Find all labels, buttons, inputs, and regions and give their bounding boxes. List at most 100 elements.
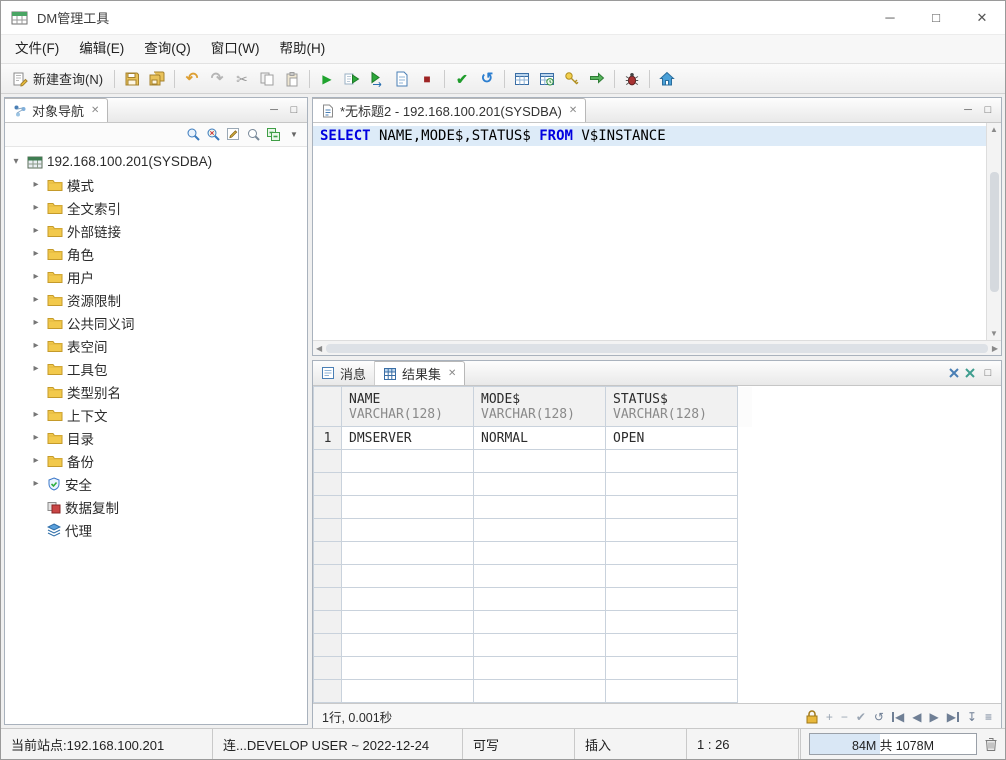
run-garbage-collector-button[interactable] [977, 729, 1005, 759]
filter-icon[interactable] [206, 127, 221, 142]
paste-button[interactable] [280, 67, 304, 91]
tab-object-navigator[interactable]: 对象导航 ✕ [5, 98, 109, 122]
commit-button[interactable]: ✔ [450, 67, 474, 91]
scrollbar-thumb[interactable] [326, 343, 988, 353]
tree-item-directories[interactable]: ▸ 目录 [5, 426, 307, 449]
stop-button[interactable]: ■ [415, 67, 439, 91]
first-page-icon[interactable]: ◀ [891, 710, 904, 724]
redo-button[interactable]: ↷ [205, 67, 229, 91]
heap-status-gauge[interactable]: 84M 共 1078M [809, 733, 977, 755]
maximize-view-icon[interactable]: □ [980, 104, 996, 116]
scrollbar-thumb[interactable] [989, 171, 999, 292]
copy-button[interactable] [255, 67, 279, 91]
expand-arrow-icon[interactable]: ▸ [29, 478, 43, 489]
expand-arrow-icon[interactable]: ▸ [29, 248, 43, 259]
edit-icon[interactable] [226, 127, 241, 142]
fetch-more-icon[interactable]: ↧ [967, 710, 977, 724]
close-button[interactable]: ✕ [959, 1, 1005, 34]
tree-root-node[interactable]: ▾ 192.168.100.201(SYSDBA) [5, 150, 307, 173]
save-all-button[interactable] [145, 67, 169, 91]
column-header-status[interactable]: STATUS$ VARCHAR(128) [605, 386, 738, 427]
refresh-results-icon[interactable]: ↺ [874, 710, 884, 724]
expand-arrow-icon[interactable]: ▸ [29, 363, 43, 374]
tree-item-replication[interactable]: 数据复制 [5, 495, 307, 518]
home-button[interactable] [655, 67, 679, 91]
menu-file[interactable]: 文件(F) [5, 35, 69, 63]
editor-vertical-scrollbar[interactable]: ▲ ▼ [986, 123, 1001, 340]
close-all-results-icon[interactable] [964, 367, 976, 379]
menu-window[interactable]: 窗口(W) [201, 35, 270, 63]
expand-arrow-icon[interactable]: ▸ [29, 294, 43, 305]
transfer-button[interactable] [585, 67, 609, 91]
expand-arrow-icon[interactable]: ▸ [29, 179, 43, 190]
execute-button[interactable]: ▶ [315, 67, 339, 91]
fetch-all-icon[interactable]: ≡ [985, 710, 992, 724]
minimize-view-icon[interactable]: ─ [960, 104, 976, 116]
maximize-view-icon[interactable]: □ [980, 367, 996, 379]
close-results-icon[interactable] [948, 367, 960, 379]
expand-arrow-icon[interactable]: ▸ [29, 455, 43, 466]
tree-item-resource-limits[interactable]: ▸ 资源限制 [5, 288, 307, 311]
column-header-name[interactable]: NAME VARCHAR(128) [341, 386, 474, 427]
tree-item-packages[interactable]: ▸ 工具包 [5, 357, 307, 380]
tree-item-public-synonyms[interactable]: ▸ 公共同义词 [5, 311, 307, 334]
row-number-cell[interactable]: 1 [313, 426, 342, 450]
expand-arrow-icon[interactable]: ▸ [29, 409, 43, 420]
expand-arrow-icon[interactable]: ▸ [29, 225, 43, 236]
delete-row-icon[interactable]: − [841, 710, 848, 724]
scroll-right-icon[interactable]: ▶ [992, 344, 998, 353]
tree-item-type-aliases[interactable]: 类型别名 [5, 380, 307, 403]
tab-messages[interactable]: 消息 [313, 361, 376, 385]
save-button[interactable] [120, 67, 144, 91]
scroll-left-icon[interactable]: ◀ [316, 344, 322, 353]
sql-editor[interactable]: SELECT NAME,MODE$,STATUS$ FROM V$INSTANC… [313, 123, 986, 340]
sql-assist-button[interactable] [560, 67, 584, 91]
next-page-icon[interactable]: ▶ [929, 710, 938, 724]
last-page-icon[interactable]: ▶ [947, 710, 959, 724]
cell-name[interactable]: DMSERVER [341, 426, 474, 450]
scroll-up-icon[interactable]: ▲ [990, 125, 998, 134]
close-tab-icon[interactable]: ✕ [569, 105, 577, 116]
execute-plan-button[interactable] [390, 67, 414, 91]
add-row-icon[interactable]: + [826, 710, 833, 724]
execute-next-button[interactable] [365, 67, 389, 91]
tree-item-users[interactable]: ▸ 用户 [5, 265, 307, 288]
apply-changes-icon[interactable]: ✔ [856, 710, 866, 724]
tree-item-tablespaces[interactable]: ▸ 表空间 [5, 334, 307, 357]
expand-arrow-icon[interactable]: ▾ [9, 156, 23, 167]
cut-button[interactable]: ✂ [230, 67, 254, 91]
new-query-button[interactable]: 新建查询(N) [6, 67, 109, 91]
tree-item-agent[interactable]: 代理 [5, 518, 307, 541]
menu-edit[interactable]: 编辑(E) [69, 35, 134, 63]
tree-item-schemas[interactable]: ▸ 模式 [5, 173, 307, 196]
find-icon[interactable] [246, 127, 261, 142]
scroll-down-icon[interactable]: ▼ [990, 329, 998, 338]
tree-item-contexts[interactable]: ▸ 上下文 [5, 403, 307, 426]
close-tab-icon[interactable]: ✕ [448, 368, 456, 379]
monitor-button[interactable] [620, 67, 644, 91]
expand-arrow-icon[interactable]: ▸ [29, 432, 43, 443]
cell-status[interactable]: OPEN [605, 426, 738, 450]
expand-arrow-icon[interactable]: ▸ [29, 271, 43, 282]
statistics-button[interactable] [535, 67, 559, 91]
menu-query[interactable]: 查询(Q) [134, 35, 201, 63]
minimize-button[interactable]: ─ [867, 1, 913, 34]
expand-arrow-icon[interactable]: ▸ [29, 340, 43, 351]
minimize-view-icon[interactable]: ─ [266, 104, 282, 116]
rollback-button[interactable]: ↺ [475, 67, 499, 91]
collapse-all-icon[interactable] [266, 127, 281, 142]
close-tab-icon[interactable]: ✕ [91, 105, 99, 116]
prev-page-icon[interactable]: ◀ [912, 710, 921, 724]
column-header-mode[interactable]: MODE$ VARCHAR(128) [473, 386, 606, 427]
tab-editor-untitled2[interactable]: *无标题2 - 192.168.100.201(SYSDBA) ✕ [313, 98, 587, 122]
query-plan-button[interactable] [510, 67, 534, 91]
tree-item-fulltext-index[interactable]: ▸ 全文索引 [5, 196, 307, 219]
tree-item-external-links[interactable]: ▸ 外部链接 [5, 219, 307, 242]
undo-button[interactable]: ↶ [180, 67, 204, 91]
menu-help[interactable]: 帮助(H) [269, 35, 335, 63]
tree-item-security[interactable]: ▸ 安全 [5, 472, 307, 495]
maximize-view-icon[interactable]: □ [286, 104, 302, 116]
search-object-icon[interactable] [186, 127, 201, 142]
execute-selection-button[interactable] [340, 67, 364, 91]
editor-horizontal-scrollbar[interactable]: ◀ ▶ [313, 340, 1001, 355]
